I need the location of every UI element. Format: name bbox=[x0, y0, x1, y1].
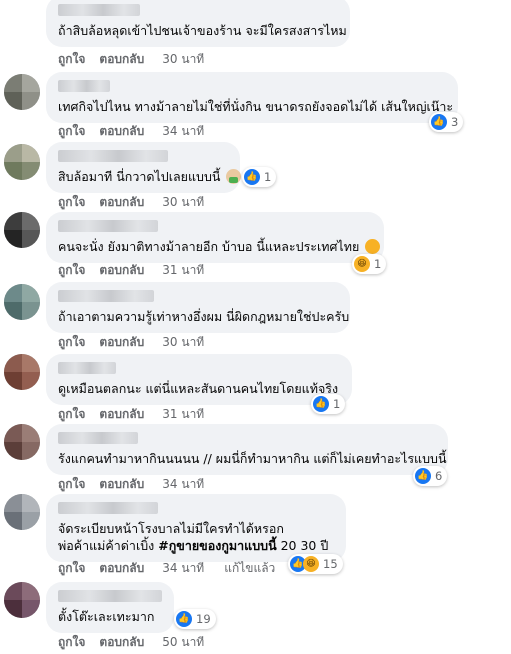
reaction-count: 6 bbox=[435, 469, 443, 483]
comment-text: ตั้งโต๊ะเละเทะมาก bbox=[58, 609, 155, 624]
author-name-blurred[interactable] bbox=[58, 290, 154, 302]
reaction-count: 1 bbox=[374, 257, 382, 271]
comment-bubble: รังแกคนทำมาหากินนนนน // ผมนี่ก็ทำมาหากิน… bbox=[46, 424, 448, 475]
comment-bubble: สิบล้อมาที นี่กวาดไปเลยแบบนี้ bbox=[46, 142, 242, 193]
comment-text-line: พ่อค้าแม่ค้าด่าเบิ้ง #กูขายของกูมาแบบนี้… bbox=[58, 538, 329, 553]
comment-text: คนจะนั่ง ยังมาติทางม้าลายอีก บ้าบอ นี้แห… bbox=[58, 238, 381, 255]
like-icon: 👍 bbox=[415, 468, 431, 484]
author-name-blurred[interactable] bbox=[58, 80, 110, 92]
reaction-summary[interactable]: 😆 1 bbox=[352, 254, 387, 274]
like-icon: 👍 bbox=[176, 611, 192, 627]
comment-actions: ถูกใจ ตอบกลับ 34 นาที แก้ไขแล้ว bbox=[58, 560, 289, 576]
reaction-summary[interactable]: 👍 1 bbox=[311, 394, 346, 414]
edited-label: แก้ไขแล้ว bbox=[224, 561, 276, 575]
reaction-count: 19 bbox=[196, 612, 211, 626]
comment-text: รังแกคนทำมาหากินนนนน // ผมนี่ก็ทำมาหากิน… bbox=[58, 451, 447, 466]
reply-button[interactable]: ตอบกลับ bbox=[99, 335, 144, 349]
haha-icon: 😆 bbox=[303, 556, 319, 572]
reply-button[interactable]: ตอบกลับ bbox=[99, 263, 144, 277]
comment-text: ดูเหมือนตลกนะ แต่นี่แหละสันดานคนไทยโดยแท… bbox=[58, 381, 339, 396]
comment-text: ถ้าเอาตามความรู้เท่าหางอึ่งผม นี่ผิดกฎหม… bbox=[58, 309, 350, 324]
timestamp[interactable]: 30 นาที bbox=[162, 52, 204, 66]
reaction-summary[interactable]: 👍 6 bbox=[413, 466, 448, 486]
timestamp[interactable]: 30 นาที bbox=[162, 335, 204, 349]
comment-actions: ถูกใจ ตอบกลับ 50 นาที bbox=[58, 634, 218, 650]
comment-bubble: ถ้าสิบล้อหลุดเข้าไปชนเจ้าของร้าน จะมีใคร… bbox=[46, 0, 350, 47]
comment-actions: ถูกใจ ตอบกลับ 31 นาที bbox=[58, 406, 218, 422]
like-button[interactable]: ถูกใจ bbox=[58, 52, 85, 66]
avatar[interactable] bbox=[4, 424, 40, 460]
author-name-blurred[interactable] bbox=[58, 362, 116, 374]
timestamp[interactable]: 31 นาที bbox=[162, 407, 204, 421]
haha-icon: 😆 bbox=[354, 256, 370, 272]
comment-text: ถ้าสิบล้อหลุดเข้าไปชนเจ้าของร้าน จะมีใคร… bbox=[58, 23, 347, 38]
avatar[interactable] bbox=[4, 212, 40, 248]
comment-bubble: คนจะนั่ง ยังมาติทางม้าลายอีก บ้าบอ นี้แห… bbox=[46, 212, 384, 263]
reaction-count: 1 bbox=[333, 397, 341, 411]
reaction-summary[interactable]: 👍 19 bbox=[174, 609, 216, 629]
like-button[interactable]: ถูกใจ bbox=[58, 477, 85, 491]
persevering-face-emoji bbox=[365, 239, 381, 254]
reply-button[interactable]: ตอบกลับ bbox=[99, 561, 144, 575]
like-icon: 👍 bbox=[313, 396, 329, 412]
like-button[interactable]: ถูกใจ bbox=[58, 263, 85, 277]
comment-actions: ถูกใจ ตอบกลับ 31 นาที bbox=[58, 262, 218, 278]
person-facepalm-emoji bbox=[226, 169, 242, 184]
timestamp[interactable]: 30 นาที bbox=[162, 195, 204, 209]
like-icon: 👍 bbox=[431, 114, 447, 130]
reaction-summary[interactable]: 👍 1 bbox=[242, 167, 277, 187]
comment-text: สิบล้อมาที นี่กวาดไปเลยแบบนี้ bbox=[58, 168, 242, 185]
timestamp[interactable]: 34 นาที bbox=[162, 124, 204, 138]
hashtag-link[interactable]: #กูขายของกูมาแบบนี้ bbox=[158, 538, 276, 553]
comment-bubble: ตั้งโต๊ะเละเทะมาก bbox=[46, 582, 174, 633]
author-name-blurred[interactable] bbox=[58, 590, 162, 602]
like-button[interactable]: ถูกใจ bbox=[58, 407, 85, 421]
like-button[interactable]: ถูกใจ bbox=[58, 635, 85, 649]
author-name-blurred[interactable] bbox=[58, 432, 138, 444]
like-button[interactable]: ถูกใจ bbox=[58, 335, 85, 349]
avatar[interactable] bbox=[4, 284, 40, 320]
reply-button[interactable]: ตอบกลับ bbox=[99, 407, 144, 421]
reply-button[interactable]: ตอบกลับ bbox=[99, 195, 144, 209]
avatar[interactable] bbox=[4, 74, 40, 110]
comment-bubble: ดูเหมือนตลกนะ แต่นี่แหละสันดานคนไทยโดยแท… bbox=[46, 354, 352, 405]
author-name-blurred[interactable] bbox=[58, 4, 140, 16]
reaction-count: 1 bbox=[264, 170, 272, 184]
avatar[interactable] bbox=[4, 494, 40, 530]
like-icon: 👍 bbox=[244, 169, 260, 185]
timestamp[interactable]: 34 นาที bbox=[162, 477, 204, 491]
comment-actions: ถูกใจ ตอบกลับ 34 นาที bbox=[58, 476, 218, 492]
comment-actions: ถูกใจ ตอบกลับ 34 นาที bbox=[58, 123, 218, 139]
reply-button[interactable]: ตอบกลับ bbox=[99, 124, 144, 138]
reply-button[interactable]: ตอบกลับ bbox=[99, 635, 144, 649]
reaction-count: 15 bbox=[323, 557, 338, 571]
like-button[interactable]: ถูกใจ bbox=[58, 195, 85, 209]
like-button[interactable]: ถูกใจ bbox=[58, 124, 85, 138]
comment-bubble: เทศกิจไปไหน ทางม้าลายไม่ใช่ที่นั่งกิน ขน… bbox=[46, 72, 458, 123]
reaction-summary[interactable]: 👍 😆 15 bbox=[288, 554, 343, 574]
like-button[interactable]: ถูกใจ bbox=[58, 561, 85, 575]
reaction-count: 3 bbox=[451, 115, 459, 129]
timestamp[interactable]: 50 นาที bbox=[162, 635, 204, 649]
reply-button[interactable]: ตอบกลับ bbox=[99, 477, 144, 491]
comment-bubble: ถ้าเอาตามความรู้เท่าหางอึ่งผม นี่ผิดกฎหม… bbox=[46, 282, 350, 333]
comment-actions: ถูกใจ ตอบกลับ 30 นาที bbox=[58, 51, 218, 67]
comment-bubble: จัดระเบียบหน้าโรงบาลไม่มีใครทำได้หรอก พ่… bbox=[46, 494, 346, 562]
avatar[interactable] bbox=[4, 354, 40, 390]
avatar[interactable] bbox=[4, 144, 40, 180]
timestamp[interactable]: 31 นาที bbox=[162, 263, 204, 277]
comment-text: เทศกิจไปไหน ทางม้าลายไม่ใช่ที่นั่งกิน ขน… bbox=[58, 99, 454, 114]
comment-text-line: จัดระเบียบหน้าโรงบาลไม่มีใครทำได้หรอก bbox=[58, 521, 284, 536]
timestamp[interactable]: 34 นาที bbox=[162, 561, 204, 575]
reply-button[interactable]: ตอบกลับ bbox=[99, 52, 144, 66]
avatar[interactable] bbox=[4, 582, 40, 618]
author-name-blurred[interactable] bbox=[58, 150, 168, 162]
reaction-summary[interactable]: 👍 3 bbox=[429, 112, 464, 132]
author-name-blurred[interactable] bbox=[58, 220, 158, 232]
comment-actions: ถูกใจ ตอบกลับ 30 นาที bbox=[58, 194, 218, 210]
author-name-blurred[interactable] bbox=[58, 502, 158, 514]
comment-actions: ถูกใจ ตอบกลับ 30 นาที bbox=[58, 334, 218, 350]
